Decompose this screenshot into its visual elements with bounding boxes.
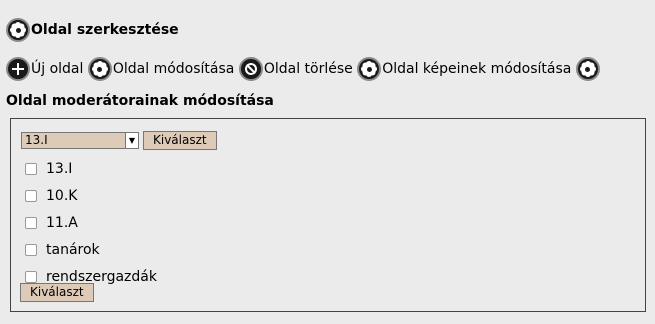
new-page-link[interactable]: Új oldal: [6, 56, 83, 82]
checkbox-label: 13.I: [46, 160, 73, 177]
group-select-row: 13.I ▼ Kiválaszt: [21, 131, 217, 150]
checkbox-label: 11.A: [46, 214, 78, 231]
checkbox-11a[interactable]: [25, 216, 37, 229]
checkbox-rendszergazdak[interactable]: [25, 270, 37, 283]
checkbox-label: 10.K: [46, 187, 78, 204]
edit-page-label: Oldal módosítása: [112, 61, 235, 77]
edit-page-images-label: Oldal képeinek módosítása: [382, 61, 572, 77]
gear-icon: [575, 57, 600, 81]
gear-icon: [6, 18, 30, 42]
chevron-down-icon[interactable]: ▼: [125, 133, 138, 148]
page-title: Oldal szerkesztése: [31, 22, 179, 38]
group-select[interactable]: 13.I ▼: [21, 132, 139, 149]
checkbox-label: tanárok: [46, 241, 100, 258]
new-page-label: Új oldal: [31, 61, 84, 77]
list-item: 13.I: [25, 155, 157, 182]
group-select-value: 13.I: [25, 133, 48, 147]
list-item: 10.K: [25, 182, 157, 209]
list-item: 11.A: [25, 209, 157, 236]
plus-icon: [6, 57, 30, 81]
submit-button[interactable]: Kiválaszt: [20, 283, 94, 302]
list-item: tanárok: [25, 236, 157, 263]
checkbox-13i[interactable]: [25, 162, 37, 175]
group-checkbox-list: 13.I 10.K 11.A tanárok rendszergazdák: [25, 155, 157, 290]
checkbox-10k[interactable]: [25, 189, 37, 202]
page-header: Oldal szerkesztése: [6, 18, 179, 42]
moderators-gear-button[interactable]: [575, 57, 600, 81]
edit-page-images-link[interactable]: Oldal képeinek módosítása: [357, 56, 571, 82]
delete-page-label: Oldal törlése: [263, 61, 353, 77]
delete-page-link[interactable]: Oldal törlése: [238, 56, 353, 82]
gear-icon: [87, 57, 112, 81]
gear-icon: [357, 57, 382, 81]
moderators-panel: 13.I ▼ Kiválaszt 13.I 10.K 11.A tanárok …: [10, 118, 646, 312]
select-group-button[interactable]: Kiválaszt: [143, 131, 217, 150]
moderators-heading: Oldal moderátorainak módosítása: [6, 93, 274, 109]
edit-page-link[interactable]: Oldal módosítása: [87, 56, 235, 82]
action-bar: Új oldal Oldal módosítása Oldal törlése …: [6, 56, 646, 110]
checkbox-tanarok[interactable]: [25, 243, 37, 256]
ban-icon: [238, 57, 263, 81]
